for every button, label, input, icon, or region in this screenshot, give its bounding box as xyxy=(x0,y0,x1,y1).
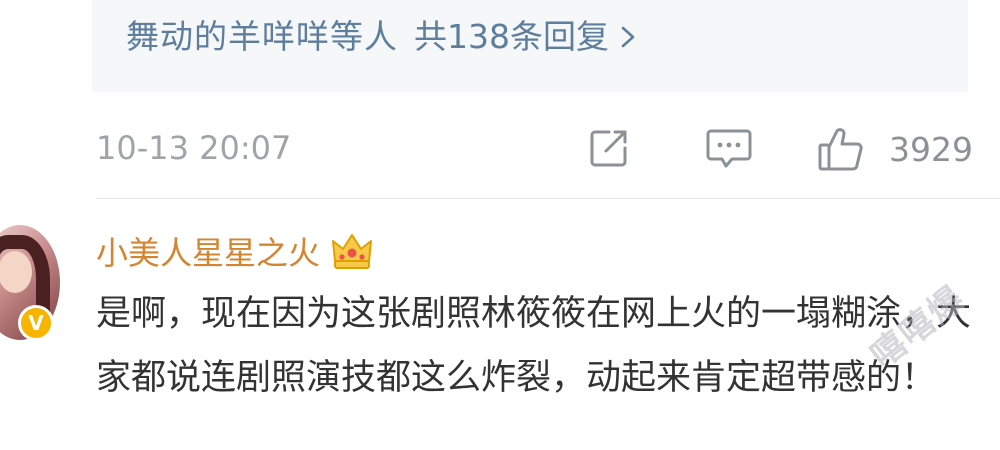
verified-badge-icon: V xyxy=(18,305,54,341)
comment-text: 是啊，现在因为这张剧照林筱筱在网上火的一塌糊涂，大家都说连剧照演技都这么炸裂，动… xyxy=(96,294,972,398)
like-count: 3929 xyxy=(889,129,973,169)
crown-icon xyxy=(332,234,373,269)
like-button[interactable]: 3929 xyxy=(817,126,973,172)
comment-meta-row: 10-13 20:07 3929 xyxy=(96,124,973,174)
username-row: 小美人星星之火 xyxy=(96,228,374,274)
username[interactable]: 小美人星星之火 xyxy=(96,228,320,274)
timestamp: 10-13 20:07 xyxy=(96,129,292,167)
replies-preview-box[interactable]: 舞动的羊咩咩等人 共138条回复 xyxy=(92,0,968,92)
reply-users[interactable]: 舞动的羊咩咩等人 xyxy=(126,20,398,53)
share-icon xyxy=(590,130,627,167)
thumbs-up-icon xyxy=(818,128,863,171)
chevron-right-icon xyxy=(621,26,635,47)
comment-icon xyxy=(706,129,752,168)
share-button[interactable] xyxy=(587,126,631,170)
replies-summary[interactable]: 舞动的羊咩咩等人 共138条回复 xyxy=(126,20,637,53)
reply-count[interactable]: 共138条回复 xyxy=(414,20,609,53)
comment-button[interactable] xyxy=(705,126,753,170)
divider xyxy=(96,198,1000,199)
